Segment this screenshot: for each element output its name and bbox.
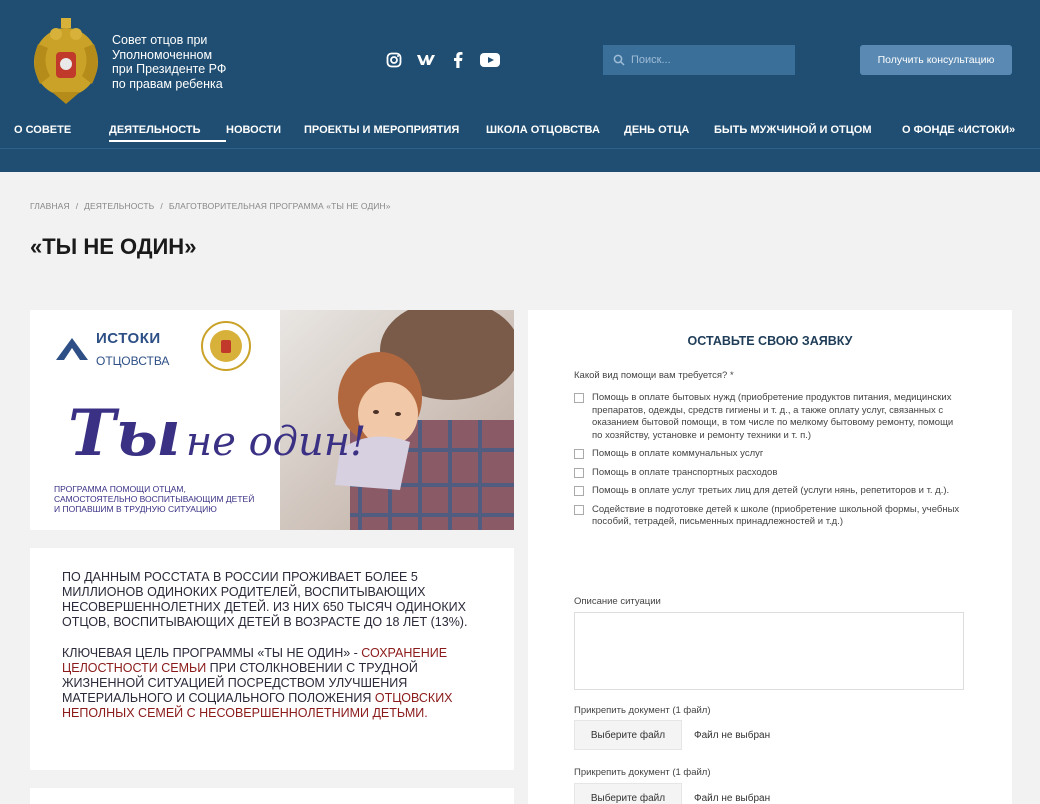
page-title: «ТЫ НЕ ОДИН» (30, 234, 197, 259)
program-description-card: ПО ДАННЫМ РОССТАТА В РОССИИ ПРОЖИВАЕТ БО… (30, 548, 514, 770)
breadcrumb-activity[interactable]: ДЕЯТЕЛЬНОСТЬ (84, 201, 154, 211)
breadcrumb: ГЛАВНАЯ / ДЕЯТЕЛЬНОСТЬ / БЛАГОТВОРИТЕЛЬНАЯ П… (30, 201, 391, 211)
goal-paragraph: КЛЮЧЕВАЯ ЦЕЛЬ ПРОГРАММЫ «ТЫ НЕ ОДИН» - С… (62, 646, 453, 720)
application-form: ОСТАВЬТЕ СВОЮ ЗАЯВКУ Какой вид помощи ва… (528, 310, 1012, 804)
checkbox[interactable] (574, 449, 584, 459)
help-type-question: Какой вид помощи вам требуется? * (574, 370, 734, 381)
nav-item-fathers-day[interactable]: ДЕНЬ ОТЦА (624, 124, 714, 136)
istoki-logo-subtitle: ОТЦОВСТВА (96, 354, 170, 368)
next-card (30, 788, 514, 804)
nav-item-be-man[interactable]: БЫТЬ МУЖЧИНОЙ И ОТЦОМ (714, 124, 902, 136)
attach-document-label: Прикрепить документ (1 файл) (574, 705, 711, 716)
checkbox[interactable] (574, 486, 584, 496)
choose-file-button[interactable]: Выберите файл (574, 720, 682, 750)
option-third-party-services[interactable]: Помощь в оплате услуг третьих лиц для де… (574, 485, 966, 498)
vk-icon[interactable] (416, 50, 436, 70)
file-upload-row-2: Выберите файл Файл не выбран (574, 783, 770, 804)
statistics-paragraph: ПО ДАННЫМ РОССТАТА В РОССИИ ПРОЖИВАЕТ БО… (62, 570, 468, 629)
council-emblem-seal (201, 321, 251, 371)
file-status: Файл не выбран (694, 729, 771, 741)
nav-item-projects[interactable]: ПРОЕКТЫ И МЕРОПРИЯТИЯ (304, 124, 486, 136)
facebook-icon[interactable] (448, 50, 468, 70)
instagram-icon[interactable] (384, 50, 404, 70)
option-utilities[interactable]: Помощь в оплате коммунальных услуг (574, 448, 966, 461)
nav-item-activity[interactable]: ДЕЯТЕЛЬНОСТЬ (109, 124, 226, 142)
search-box[interactable] (603, 45, 795, 75)
checkbox[interactable] (574, 504, 584, 515)
youtube-icon[interactable] (480, 50, 500, 70)
coat-of-arms-logo[interactable] (28, 14, 104, 106)
istoki-logo-title: ИСТОКИ (96, 330, 161, 347)
breadcrumb-separator: / (160, 201, 163, 211)
nav-item-school[interactable]: ШКОЛА ОТЦОВСТВА (486, 124, 624, 136)
get-consultation-button[interactable]: Получить консультацию (860, 45, 1012, 75)
option-transport[interactable]: Помощь в оплате транспортных расходов (574, 467, 966, 480)
banner-program-text: ПРОГРАММА ПОМОЩИ ОТЦАМ, САМОСТОЯТЕЛЬНО В… (54, 484, 255, 514)
file-status-2: Файл не выбран (694, 792, 771, 804)
checkbox[interactable] (574, 467, 584, 478)
choose-file-button-2[interactable]: Выберите файл (574, 783, 682, 804)
banner-slogan: Ты не один! (68, 396, 367, 471)
description-label: Описание ситуации (574, 596, 661, 607)
help-type-options: Помощь в оплате бытовых нужд (приобретен… (574, 392, 966, 535)
option-school-preparation[interactable]: Содействие в подготовке детей к школе (п… (574, 504, 966, 529)
form-title: ОСТАВЬТЕ СВОЮ ЗАЯВКУ (687, 334, 853, 348)
breadcrumb-current: БЛАГОТВОРИТЕЛЬНАЯ ПРОГРАММА «ТЫ НЕ ОДИН» (168, 201, 391, 211)
breadcrumb-separator: / (75, 201, 79, 211)
header-divider (0, 148, 1040, 149)
nav-item-istoki-fund[interactable]: О ФОНДЕ «ИСТОКИ» (902, 124, 1015, 136)
file-upload-row: Выберите файл Файл не выбран (574, 720, 770, 750)
social-links (384, 50, 500, 70)
org-name: Совет отцов при Уполномоченном при Прези… (112, 33, 227, 91)
nav-item-about[interactable]: О СОВЕТЕ (14, 124, 109, 136)
search-icon (613, 54, 625, 66)
main-nav: О СОВЕТЕ ДЕЯТЕЛЬНОСТЬ НОВОСТИ ПРОЕКТЫ И … (14, 124, 1015, 142)
attach-document-label-2: Прикрепить документ (1 файл) (574, 767, 711, 778)
nav-item-news[interactable]: НОВОСТИ (226, 124, 304, 136)
breadcrumb-home[interactable]: ГЛАВНАЯ (30, 201, 70, 211)
checkbox[interactable] (574, 393, 584, 403)
site-header: Совет отцов при Уполномоченном при Прези… (0, 0, 1040, 172)
istoki-logo-mark (56, 338, 88, 360)
search-input[interactable] (631, 54, 781, 66)
option-household-needs[interactable]: Помощь в оплате бытовых нужд (приобретен… (574, 392, 966, 442)
description-textarea[interactable] (574, 612, 964, 690)
program-banner: ИСТОКИ ОТЦОВСТВА Ты не один! ПРОГРАММА П… (30, 310, 514, 530)
